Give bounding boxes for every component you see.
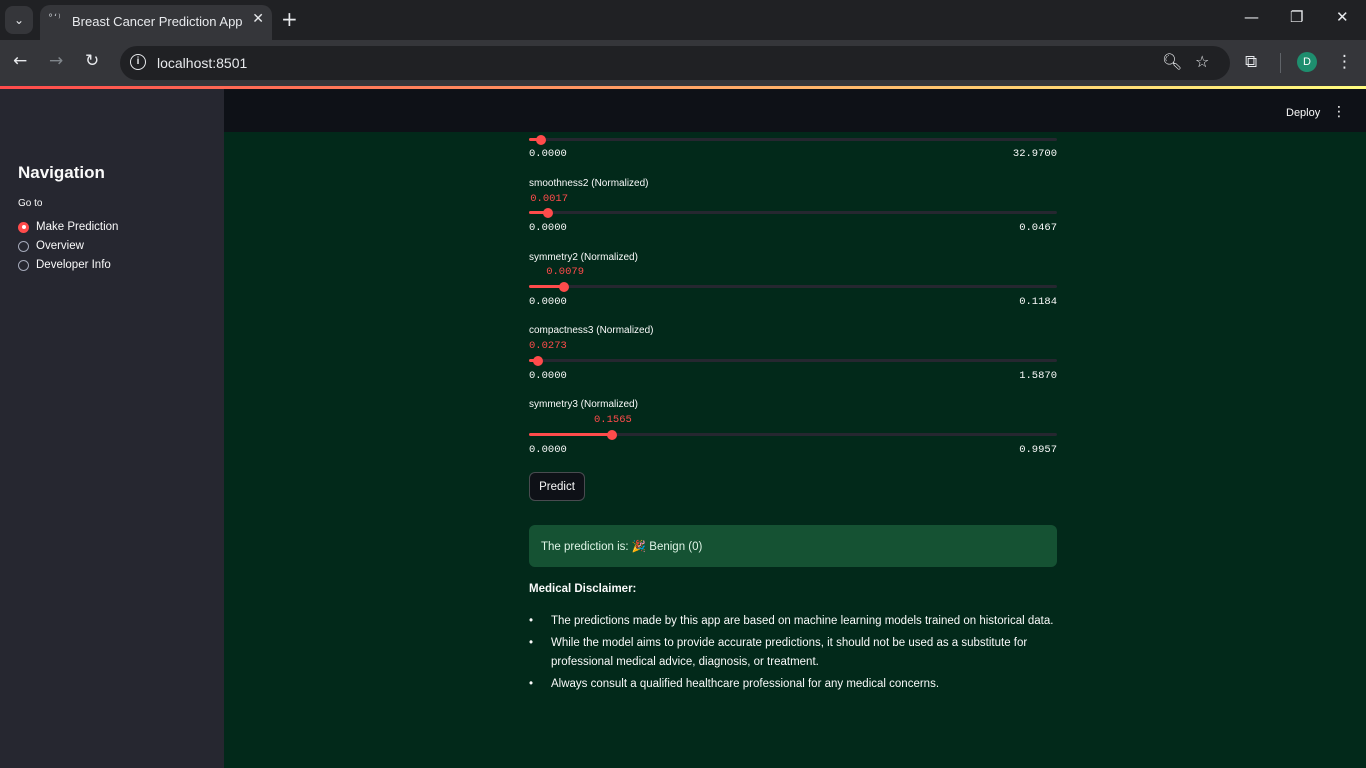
slider-thumb[interactable] <box>607 429 617 440</box>
plus-icon[interactable]: + <box>281 8 298 30</box>
window-close-icon[interactable]: ✕ <box>1336 8 1349 26</box>
more-vert-icon[interactable]: ⋮ <box>1336 52 1353 72</box>
slider-max: 1.5870 <box>1019 370 1057 382</box>
zoom-icon[interactable]: 🔍︎ <box>1162 52 1182 71</box>
slider-max: 0.0467 <box>1019 222 1057 234</box>
url-text[interactable]: localhost:8501 <box>157 55 247 71</box>
slider-min: 0.0000 <box>529 222 567 234</box>
main-menu-icon[interactable]: ⋮ <box>1332 104 1346 120</box>
forward-arrow-icon[interactable]: → <box>49 51 63 71</box>
sidebar-title: Navigation <box>18 163 105 182</box>
radio-developer-info[interactable]: Developer Info <box>18 256 111 274</box>
browser-tab[interactable]: °ʻ⁾ Breast Cancer Prediction App ✕ <box>40 5 272 40</box>
radio-unselected-icon <box>18 259 29 271</box>
radio-label: Make Prediction <box>36 221 119 233</box>
predict-button[interactable]: Predict <box>529 472 585 501</box>
reload-icon[interactable]: ↻ <box>85 51 99 71</box>
prediction-result-alert: The prediction is: 🎉 Benign (0) <box>529 525 1057 567</box>
radio-group-label: Go to <box>18 198 43 209</box>
slider-min: 0.0000 <box>529 444 567 456</box>
minimize-icon[interactable]: — <box>1244 8 1259 26</box>
slider-track[interactable] <box>529 207 1057 218</box>
slider-track[interactable] <box>529 134 1057 145</box>
prediction-result-text: The prediction is: 🎉 Benign (0) <box>541 541 703 553</box>
slider-thumb[interactable] <box>559 281 570 292</box>
disclaimer-list: The predictions made by this app are bas… <box>529 612 1057 696</box>
sidebar: Navigation Go to Make Prediction Overvie… <box>0 89 224 768</box>
slider-label: symmetry2 (Normalized) <box>529 252 638 263</box>
site-info-icon[interactable]: i <box>130 54 146 70</box>
slider-track[interactable] <box>529 355 1057 366</box>
close-icon[interactable]: ✕ <box>252 11 264 27</box>
slider-label: compactness3 (Normalized) <box>529 325 654 336</box>
list-item: While the model aims to provide accurate… <box>529 634 1057 673</box>
slider-label: symmetry3 (Normalized) <box>529 399 638 410</box>
slider-track[interactable] <box>529 281 1057 292</box>
browser-tab-bar: ⌄ °ʻ⁾ Breast Cancer Prediction App ✕ + —… <box>0 0 1366 40</box>
disclaimer-title: Medical Disclaimer: <box>529 583 637 595</box>
slider-value: 0.0273 <box>529 340 567 352</box>
profile-avatar[interactable]: D <box>1297 52 1317 72</box>
slider-value: 0.1565 <box>594 414 632 426</box>
slider-value: 0.0079 <box>546 266 585 278</box>
address-bar[interactable]: i localhost:8501 🔍︎ ☆ <box>120 46 1230 80</box>
radio-unselected-icon <box>18 240 29 252</box>
slider-thumb[interactable] <box>533 355 544 366</box>
slider-thumb[interactable] <box>543 207 554 218</box>
tab-title: Breast Cancer Prediction App <box>72 14 243 29</box>
slider-min: 0.0000 <box>529 296 567 308</box>
slider-fill <box>529 433 612 436</box>
slider-thumb[interactable] <box>536 134 547 145</box>
chevron-down-icon: ⌄ <box>13 13 25 27</box>
puzzle-icon[interactable]: ⧉ <box>1245 52 1257 72</box>
tab-favicon-icon: °ʻ⁾ <box>48 13 62 24</box>
slider-max: 32.9700 <box>1012 148 1057 160</box>
radio-label: Overview <box>36 240 84 252</box>
slider-max: 0.9957 <box>1019 444 1057 456</box>
slider-track[interactable] <box>529 429 1057 440</box>
slider-min: 0.0000 <box>529 370 567 382</box>
back-arrow-icon[interactable]: ← <box>13 51 27 71</box>
list-item: Always consult a qualified healthcare pr… <box>529 675 1057 695</box>
restore-icon[interactable]: ❐ <box>1290 8 1303 26</box>
list-item: The predictions made by this app are bas… <box>529 612 1057 632</box>
app-header <box>224 89 1366 132</box>
star-icon[interactable]: ☆ <box>1195 52 1209 71</box>
slider-max: 0.1184 <box>1019 296 1057 308</box>
radio-selected-icon <box>18 221 29 233</box>
radio-make-prediction[interactable]: Make Prediction <box>18 218 118 236</box>
radio-overview[interactable]: Overview <box>18 237 84 255</box>
slider-value: 0.0017 <box>530 193 569 205</box>
slider-min: 0.0000 <box>529 148 567 160</box>
deploy-button[interactable]: Deploy <box>1286 107 1320 119</box>
browser-toolbar: ← → ↻ i localhost:8501 🔍︎ ☆ ⧉ ⋮ <box>0 40 1366 86</box>
toolbar-divider <box>1280 53 1281 73</box>
tab-search-button[interactable]: ⌄ <box>5 6 33 34</box>
slider-label: smoothness2 (Normalized) <box>529 178 649 189</box>
radio-label: Developer Info <box>36 259 111 271</box>
